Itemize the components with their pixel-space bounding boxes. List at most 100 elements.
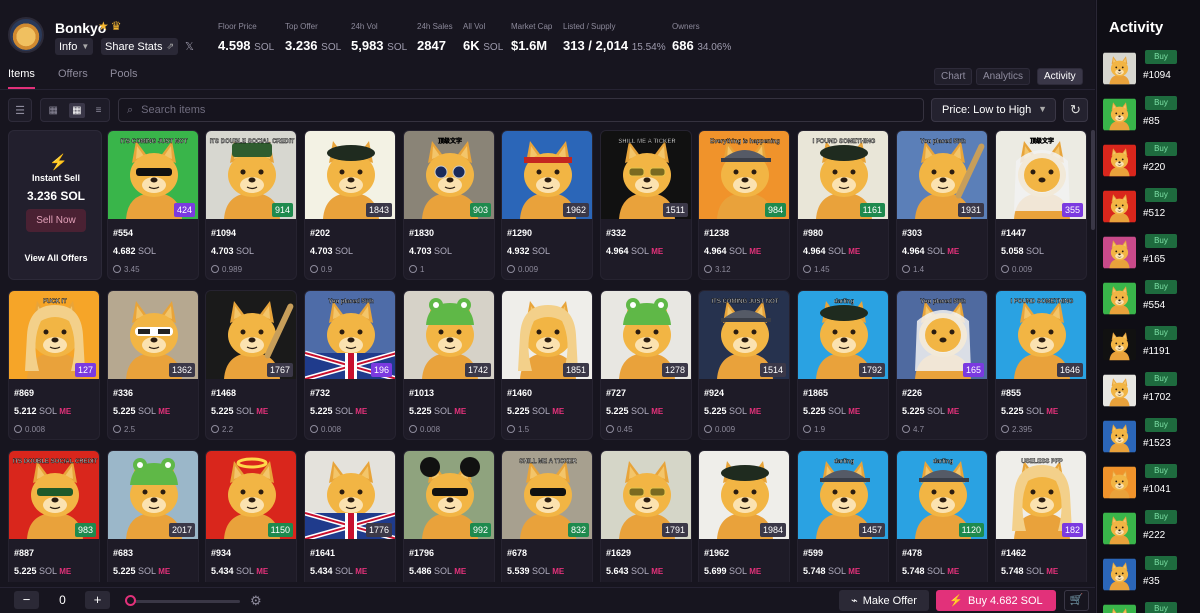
activity-item[interactable]: Buy #220 [1103, 142, 1199, 182]
stat-label: 24h Vol [351, 22, 378, 31]
nft-card[interactable]: SHILL ME A TICKER 832 #678 5.539 SOL ME [501, 450, 593, 582]
svg-text:ITS DOUBLE SOCIAL CREDIT: ITS DOUBLE SOCIAL CREDIT [210, 139, 295, 145]
qty-minus-button[interactable]: − [14, 591, 39, 609]
search-input[interactable]: ⌕ Search items [118, 98, 924, 122]
price-value: 5.748 [902, 566, 925, 576]
activity-item[interactable]: Buy #554 [1103, 280, 1199, 320]
activity-item[interactable]: Buy #85 [1103, 96, 1199, 136]
price-value: 5.643 [606, 566, 629, 576]
activity-toggle[interactable]: Activity [1037, 68, 1083, 85]
tag-icon: ⌁ [851, 595, 858, 607]
activity-item[interactable]: Buy #1702 [1103, 372, 1199, 412]
sweep-slider[interactable] [130, 600, 240, 603]
share-stats-button[interactable]: Share Stats ⇗ [101, 38, 179, 55]
qty-value[interactable]: 0 [50, 593, 75, 607]
nft-card[interactable]: 1742 #1013 5.225 SOL ME 0.008 [403, 290, 495, 440]
price-unit: SOL [332, 406, 356, 416]
nft-card[interactable]: ITS COMING JUST NOT 1514 #924 5.225 SOL ME 0… [698, 290, 790, 440]
chevron-down-icon: ▼ [1038, 104, 1047, 114]
stat-label: Owners [672, 22, 700, 31]
nft-card[interactable]: 1362 #336 5.225 SOL ME 2.5 [107, 290, 199, 440]
cart-icon[interactable]: 🛒 [1064, 590, 1089, 611]
nft-card[interactable]: 992 #1796 5.486 SOL ME [403, 450, 495, 582]
activity-item[interactable]: Buy [1103, 602, 1199, 613]
nft-fee: 0.008 [14, 425, 45, 434]
scrollbar[interactable] [1091, 130, 1095, 230]
buy-button[interactable]: ⚡ Buy 4.682 SOL [936, 590, 1056, 611]
rank-badge: 424 [173, 203, 195, 217]
nft-card[interactable]: Everything is happening 984 #1238 4.964 SOL… [698, 130, 790, 280]
nft-card[interactable]: 1767 #1468 5.225 SOL ME 2.2 [205, 290, 297, 440]
nft-card[interactable]: 1851 #1460 5.225 SOL ME 1.5 [501, 290, 593, 440]
nft-card[interactable]: darling 1457 #599 5.748 SOL ME [797, 450, 889, 582]
activity-item[interactable]: Buy #222 [1103, 510, 1199, 550]
nft-card[interactable]: 1843 #202 4.703 SOL 0.9 [304, 130, 396, 280]
nft-card[interactable]: SHILL ME A TICKER 1511 #332 4.964 SOL ME [600, 130, 692, 280]
nft-card[interactable]: You placed 56th 196 #732 5.225 SOL ME 0.008 [304, 290, 396, 440]
activity-item[interactable]: Buy #512 [1103, 188, 1199, 228]
buy-badge: Buy [1145, 280, 1177, 294]
list-icon[interactable]: ≡ [96, 105, 102, 116]
nft-card[interactable]: 1776 #1641 5.434 SOL ME [304, 450, 396, 582]
analytics-toggle[interactable]: Analytics [976, 68, 1031, 85]
nft-card[interactable]: 1150 #934 5.434 SOL ME [205, 450, 297, 582]
grid-small-icon[interactable]: ▦ [69, 102, 85, 118]
nft-card[interactable]: You placed 56th 1931 #303 4.964 SOL ME 1.4 [896, 130, 988, 280]
activity-item[interactable]: Buy #1523 [1103, 418, 1199, 458]
price-unit: SOL [726, 566, 750, 576]
sell-now-button[interactable]: Sell Now [26, 209, 86, 232]
nft-card[interactable]: 1791 #1629 5.643 SOL ME [600, 450, 692, 582]
info-button[interactable]: Info ▼ [55, 38, 94, 55]
nft-id: #727 [606, 388, 627, 398]
nft-price: 5.225 SOL ME [113, 406, 170, 416]
tab-pools[interactable]: Pools [110, 68, 138, 80]
slider-handle[interactable] [125, 595, 136, 606]
fee-value: 4.7 [913, 425, 925, 434]
activity-item[interactable]: Buy #35 [1103, 556, 1199, 596]
nft-card[interactable]: You placed 56th 165 #226 5.225 SOL ME 4.7 [896, 290, 988, 440]
nft-card[interactable]: 1984 #1962 5.699 SOL ME [698, 450, 790, 582]
nft-card[interactable]: ITS COMING JUST NOT 424 #554 4.682 SOL 3.45 [107, 130, 199, 280]
activity-item[interactable]: Buy #1041 [1103, 464, 1199, 504]
nft-card[interactable]: ITS DOUBLE SOCIAL CREDIT 983 #887 5.225 SOL… [8, 450, 100, 582]
gear-icon[interactable]: ⚙ [250, 593, 262, 609]
tab-offers[interactable]: Offers [58, 68, 88, 80]
sort-select[interactable]: Price: Low to High ▼ [931, 98, 1056, 122]
nft-card[interactable]: 2017 #683 5.225 SOL ME [107, 450, 199, 582]
activity-item[interactable]: Buy #1094 [1103, 50, 1199, 90]
nft-card[interactable]: 顶级文字 355 #1447 5.058 SOL 0.009 [995, 130, 1087, 280]
refresh-icon: ↻ [1070, 102, 1081, 117]
x-twitter-icon[interactable]: 𝕏 [185, 40, 194, 53]
nft-card[interactable]: 顶级文字 903 #1830 4.703 SOL 1 [403, 130, 495, 280]
nft-card[interactable]: ITS DOUBLE SOCIAL CREDIT 914 #1094 4.703 SO… [205, 130, 297, 280]
refresh-button[interactable]: ↻ [1063, 98, 1088, 122]
activity-item[interactable]: Buy #165 [1103, 234, 1199, 274]
nft-card[interactable]: darling 1120 #478 5.748 SOL ME [896, 450, 988, 582]
stat-6: Listed / Supply 313 / 2,014 15.54% [563, 22, 666, 53]
tab-items[interactable]: Items [8, 68, 35, 80]
nft-card[interactable]: USELESS PFP 182 #1462 5.748 SOL ME [995, 450, 1087, 582]
view-all-offers-link[interactable]: View All Offers [9, 253, 103, 263]
nft-card[interactable]: FUCK IT 127 #869 5.212 SOL ME 0.008 [8, 290, 100, 440]
stat-unit: SOL [321, 42, 342, 53]
buy-badge: Buy [1145, 96, 1177, 110]
buy-badge: Buy [1145, 464, 1177, 478]
qty-plus-button[interactable]: + [85, 591, 110, 609]
activity-item[interactable]: Buy #1191 [1103, 326, 1199, 366]
nft-card[interactable]: I FOUND SOMETHING 1161 #980 4.964 SOL ME 1.4… [797, 130, 889, 280]
magic-eden-icon: ME [749, 407, 762, 416]
make-offer-button[interactable]: ⌁ Make Offer [839, 590, 929, 611]
nft-card[interactable]: 1962 #1290 4.932 SOL 0.009 [501, 130, 593, 280]
svg-text:Everything is happening: Everything is happening [710, 139, 780, 145]
nft-card[interactable]: darling 1792 #1865 5.225 SOL ME 1.9 [797, 290, 889, 440]
price-value: 5.225 [113, 566, 136, 576]
nft-card[interactable]: 1278 #727 5.225 SOL ME 0.45 [600, 290, 692, 440]
nft-card[interactable]: I FOUND SOMETHING 1646 #855 5.225 SOL ME 2.3… [995, 290, 1087, 440]
rank-badge: 992 [469, 523, 491, 537]
price-unit: SOL [1023, 246, 1045, 256]
nft-price: 5.699 SOL ME [704, 566, 761, 576]
chart-toggle[interactable]: Chart [934, 68, 973, 85]
grid-large-icon[interactable]: ▦ [49, 105, 58, 116]
filter-button[interactable]: ☰ [8, 98, 32, 122]
stat-5: Market Cap $1.6M [511, 22, 552, 53]
